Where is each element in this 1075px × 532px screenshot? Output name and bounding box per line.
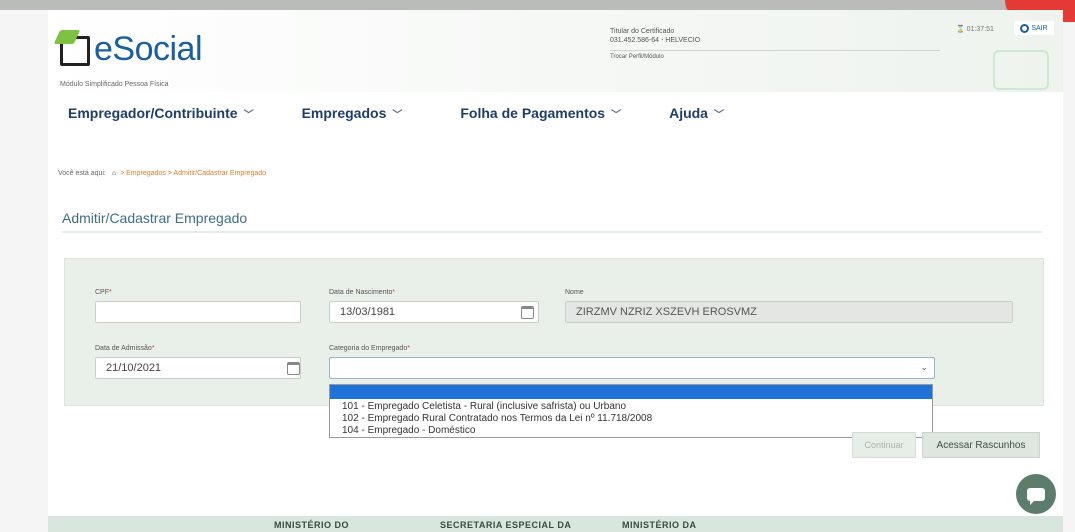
admission-date-input[interactable]: 21/10/2021 bbox=[95, 357, 301, 379]
chevron-down-icon: ⌄ bbox=[920, 362, 928, 372]
nav-label: Empregador/Contribuinte bbox=[68, 105, 238, 121]
cert-divider bbox=[610, 50, 940, 51]
name-label: Nome bbox=[565, 289, 584, 296]
breadcrumb-trail[interactable]: > Empregados > Admitir/Cadastrar Emprega… bbox=[120, 170, 266, 177]
calendar-icon[interactable] bbox=[287, 362, 300, 375]
breadcrumb-prefix: Você está aqui: bbox=[58, 170, 106, 177]
esocial-page: eSocial Módulo Simplificado Pessoa Físic… bbox=[48, 10, 1063, 532]
page-title: Admitir/Cadastrar Empregado bbox=[62, 210, 248, 226]
cpf-label: CPF* bbox=[95, 289, 112, 296]
cert-value: 031.452.586-64 - HELVECIO bbox=[610, 37, 701, 44]
timer-value: 01:37:51 bbox=[966, 26, 994, 33]
birth-date-label: Data de Nascimento* bbox=[329, 289, 396, 296]
chevron-down-icon: ﹀ bbox=[713, 109, 724, 121]
breadcrumb: Você está aqui: ⌂ > Empregados > Admitir… bbox=[58, 170, 266, 177]
footer-col-3: MINISTÉRIO DA bbox=[622, 520, 697, 530]
nav-label: Folha de Pagamentos bbox=[460, 105, 606, 121]
calendar-icon[interactable] bbox=[521, 306, 534, 319]
cert-label: Titular do Certificado bbox=[610, 28, 675, 35]
birth-date-input[interactable]: 13/03/1981 bbox=[329, 301, 539, 323]
drafts-button[interactable]: Acessar Rascunhos bbox=[922, 432, 1040, 458]
home-icon[interactable]: ⌂ bbox=[112, 170, 116, 177]
nav-item-empregador[interactable]: Empregador/Contribuinte ﹀ bbox=[68, 105, 254, 121]
nav-item-folha[interactable]: Folha de Pagamentos ﹀ bbox=[460, 105, 621, 121]
esocial-logo[interactable]: eSocial bbox=[60, 30, 203, 68]
logo-subtitle: Módulo Simplificado Pessoa Física bbox=[60, 81, 169, 88]
chat-button[interactable] bbox=[1016, 474, 1056, 514]
chevron-down-icon: ﹀ bbox=[611, 109, 622, 121]
cpf-input[interactable] bbox=[95, 301, 301, 323]
switch-profile-link[interactable]: Trocar Perfil/Módulo bbox=[610, 54, 940, 60]
dropdown-option-101[interactable]: 101 - Empregado Celetista - Rural (inclu… bbox=[330, 401, 932, 413]
main-nav: Empregador/Contribuinte ﹀ Empregados ﹀ F… bbox=[48, 98, 1063, 128]
chevron-down-icon: ﹀ bbox=[243, 109, 254, 121]
nav-label: Ajuda bbox=[669, 105, 708, 121]
logout-button[interactable]: SAIR bbox=[1014, 21, 1054, 35]
certificate-info: Titular do Certificado 031.452.586-64 - … bbox=[610, 28, 940, 60]
power-icon bbox=[1020, 23, 1030, 33]
nav-item-empregados[interactable]: Empregados ﹀ bbox=[302, 105, 403, 121]
session-timer: ⌛ 01:37:51 bbox=[953, 24, 997, 34]
name-field: ZIRZMV NZRIZ XSZEVH EROSVMZ bbox=[565, 301, 1013, 323]
dropdown-option-102[interactable]: 102 - Empregado Rural Contratado nos Ter… bbox=[330, 413, 932, 425]
continue-button[interactable]: Continuar bbox=[852, 432, 916, 458]
chat-icon bbox=[1027, 487, 1045, 505]
dropdown-option-104[interactable]: 104 - Empregado - Doméstico bbox=[330, 425, 932, 437]
dropdown-option-blank[interactable] bbox=[330, 385, 932, 399]
footer: MINISTÉRIO DO SECRETARIA ESPECIAL DA MIN… bbox=[48, 516, 1063, 532]
category-select[interactable]: ⌄ bbox=[329, 357, 935, 379]
nav-item-ajuda[interactable]: Ajuda ﹀ bbox=[669, 105, 724, 121]
nav-label: Empregados bbox=[301, 105, 387, 121]
category-dropdown-list: 101 - Empregado Celetista - Rural (inclu… bbox=[329, 384, 933, 438]
logo-text: eSocial bbox=[94, 30, 203, 68]
admission-date-label: Data de Admissão* bbox=[95, 345, 155, 352]
category-label: Categoria do Empregado* bbox=[329, 345, 410, 352]
footer-col-2: SECRETARIA ESPECIAL DA bbox=[440, 520, 572, 530]
title-divider bbox=[62, 231, 1042, 233]
chevron-down-icon: ﹀ bbox=[392, 109, 403, 121]
logout-label: SAIR bbox=[1031, 24, 1048, 32]
footer-col-1: MINISTÉRIO DO bbox=[274, 520, 350, 530]
browser-top-strip bbox=[0, 0, 1075, 10]
header: eSocial Módulo Simplificado Pessoa Físic… bbox=[48, 10, 1063, 92]
logo-mark-icon bbox=[60, 36, 90, 66]
header-decoration bbox=[993, 50, 1049, 90]
